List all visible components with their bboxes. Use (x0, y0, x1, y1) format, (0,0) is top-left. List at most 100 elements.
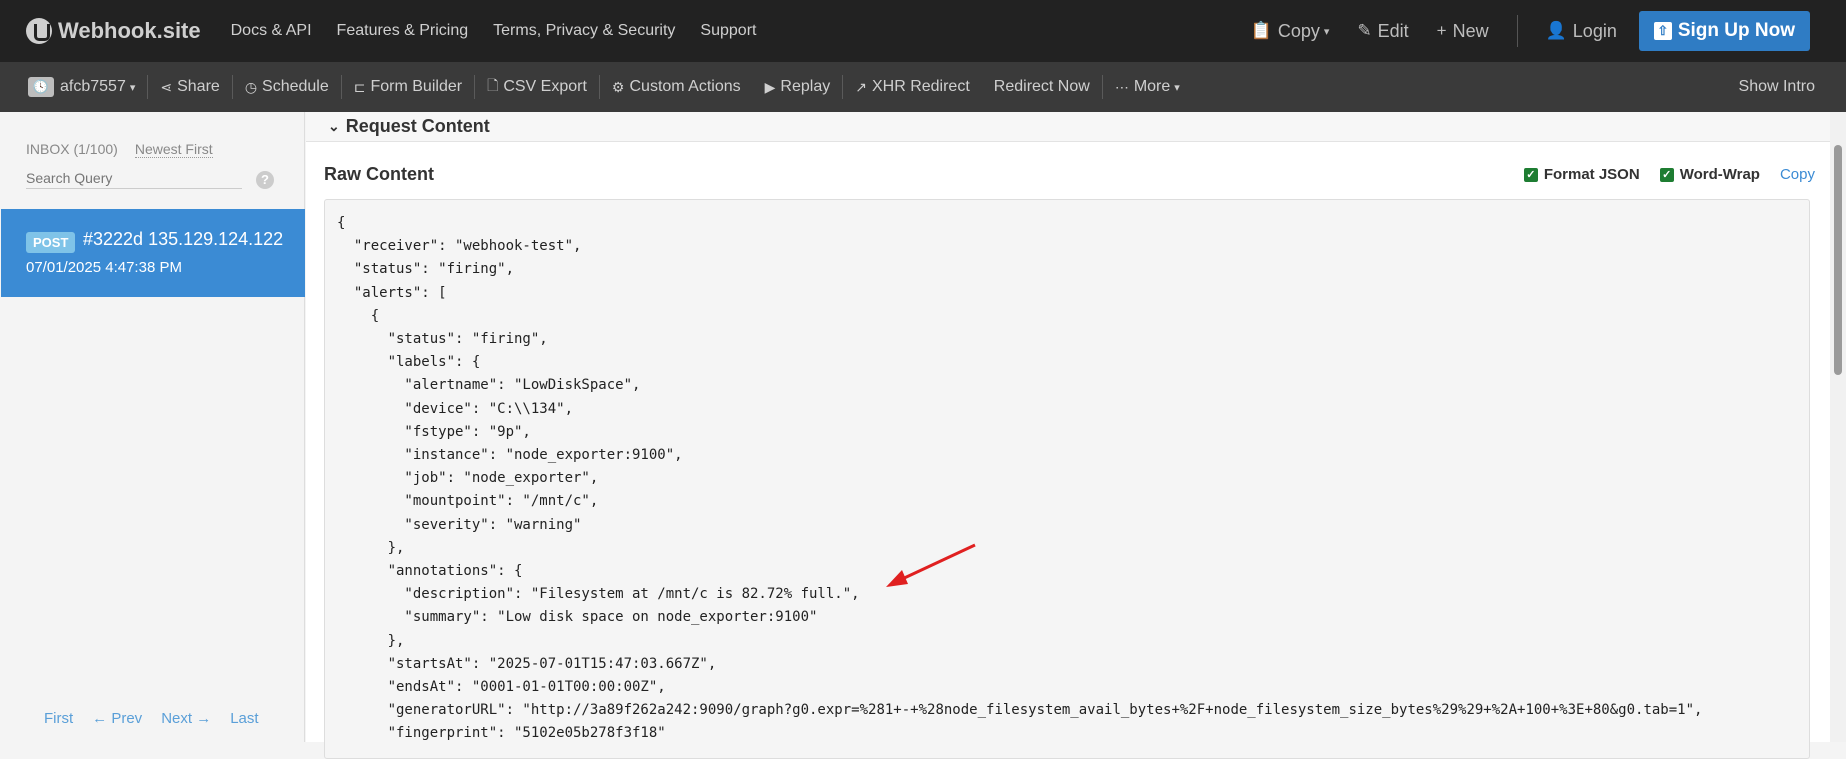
form-builder-label: Form Builder (370, 78, 463, 95)
file-icon: 🗋 (487, 77, 499, 93)
pager-first[interactable]: First (44, 710, 73, 727)
method-badge: POST (26, 232, 76, 253)
url-toolbar: 🕓 afcb7557 ▾ ⋖ Share ◷ Schedule ⊏ Form B… (0, 62, 1846, 112)
redirect-now-label: Redirect Now (993, 78, 1090, 95)
format-json-checkbox[interactable]: ✓ Format JSON (1523, 166, 1640, 183)
code-line: "endsAt": "0001-01-01T00:00:00Z", (337, 679, 666, 696)
copy-button[interactable]: 📋 Copy ▾ (1251, 21, 1330, 42)
divider (1516, 15, 1518, 47)
nav-docs-api[interactable]: Docs & API (231, 22, 312, 40)
upload-icon: ⇧ (1653, 22, 1672, 40)
edit-button[interactable]: ✎ Edit (1357, 21, 1408, 42)
request-list-item[interactable]: POST #3222d 135.129.124.122 07/01/2025 4… (1, 209, 305, 297)
plus-icon: + (1436, 21, 1447, 40)
format-json-label: Format JSON (1543, 166, 1640, 183)
pager-prev[interactable]: ← Prev (92, 710, 142, 727)
checkbox-checked-icon: ✓ (1659, 167, 1674, 182)
brand-logo[interactable]: Webhook.site (26, 18, 201, 44)
raw-content-title: Raw Content (324, 164, 434, 184)
custom-actions-button[interactable]: ⚙ Custom Actions (600, 62, 753, 112)
code-line: { (337, 307, 380, 324)
code-line: "generatorURL": "http://3a89f262a242:909… (337, 702, 1703, 719)
top-nav-links: Docs & API Features & Pricing Terms, Pri… (231, 22, 782, 40)
login-button[interactable]: 👤 Login (1546, 21, 1617, 42)
token-label: afcb7557 (60, 78, 126, 95)
ellipsis-icon: ⋯ (1114, 78, 1129, 95)
custom-actions-label: Custom Actions (629, 78, 741, 95)
inbox-header: INBOX (1/100) Newest First (26, 141, 213, 158)
raw-content-options: ✓ Format JSON ✓ Word-Wrap Copy (1504, 166, 1815, 183)
nav-support[interactable]: Support (700, 22, 756, 40)
login-label: Login (1572, 20, 1617, 41)
page-scrollbar[interactable] (1830, 112, 1846, 742)
code-line: }, (337, 539, 405, 556)
code-line: "instance": "node_exporter:9100", (337, 447, 683, 464)
code-line: "device": "C:\\134", (337, 400, 574, 417)
code-line: "summary": "Low disk space on node_expor… (337, 609, 818, 626)
code-line: "startsAt": "2025-07-01T15:47:03.667Z", (337, 655, 717, 672)
code-line: "receiver": "webhook-test", (337, 238, 582, 255)
share-button[interactable]: ⋖ Share (148, 62, 231, 112)
clock-icon: 🕓 (28, 77, 54, 97)
code-line: "status": "firing", (337, 331, 548, 348)
show-intro-link[interactable]: Show Intro (1739, 62, 1815, 112)
code-line: "labels": { (337, 354, 481, 371)
form-icon: ⊏ (353, 78, 366, 95)
code-line: }, (337, 632, 405, 649)
code-line: "alertname": "LowDiskSpace", (337, 377, 641, 394)
play-icon: ▶ (764, 78, 776, 95)
scrollbar-thumb[interactable] (1834, 145, 1842, 375)
gear-icon: ⚙ (611, 78, 625, 95)
sort-toggle[interactable]: Newest First (134, 141, 213, 158)
sign-up-label: Sign Up Now (1677, 20, 1795, 41)
word-wrap-checkbox[interactable]: ✓ Word-Wrap (1659, 166, 1760, 183)
code-line: "description": "Filesystem at /mnt/c is … (337, 586, 860, 603)
code-line: "fingerprint": "5102e05b278f3f18" (337, 725, 666, 742)
redirect-now-button[interactable]: Redirect Now (982, 62, 1102, 112)
code-line: "job": "node_exporter", (337, 470, 599, 487)
code-line: { (337, 215, 346, 231)
caret-down-icon: ▾ (1323, 25, 1330, 38)
sign-up-button[interactable]: ⇧ Sign Up Now (1638, 11, 1810, 51)
brand-name: Webhook.site (58, 18, 201, 43)
code-line: "severity": "warning" (337, 516, 582, 533)
request-content-header[interactable]: ⌄ Request Content (306, 112, 1830, 142)
top-actions: 📋 Copy ▾ ✎ Edit + New 👤 Login ⇧ Sign Up … (1223, 10, 1810, 52)
external-link-icon: ↗ (855, 78, 867, 95)
copy-raw-link[interactable]: Copy (1780, 166, 1815, 183)
code-line: "fstype": "9p", (337, 423, 531, 440)
raw-content-box[interactable]: { "receiver": "webhook-test", "status": … (324, 199, 1810, 759)
help-icon[interactable]: ? (256, 171, 274, 189)
new-button[interactable]: + New (1437, 21, 1489, 42)
word-wrap-label: Word-Wrap (1679, 166, 1760, 183)
section-title: Request Content (345, 116, 490, 136)
schedule-label: Schedule (262, 78, 329, 95)
edit-label: Edit (1377, 20, 1409, 41)
edit-icon: ✎ (1357, 21, 1372, 40)
top-navbar: Webhook.site Docs & API Features & Prici… (0, 0, 1846, 62)
code-line: "alerts": [ (337, 284, 447, 301)
user-icon: 👤 (1545, 21, 1567, 40)
xhr-redirect-button[interactable]: ↗ XHR Redirect (843, 62, 982, 112)
pager-last[interactable]: Last (230, 710, 258, 727)
request-sidebar: INBOX (1/100) Newest First ? POST #3222d… (0, 112, 305, 742)
pager-next[interactable]: Next → (161, 710, 211, 727)
caret-down-icon: ▾ (129, 81, 136, 94)
search-input[interactable] (26, 168, 242, 189)
webhook-logo-icon (26, 18, 52, 44)
replay-button[interactable]: ▶ Replay (753, 62, 843, 112)
clock-icon: ◷ (244, 78, 258, 95)
json-code: { "receiver": "webhook-test", "status": … (337, 212, 1702, 746)
share-label: Share (177, 78, 220, 95)
nav-features-pricing[interactable]: Features & Pricing (337, 22, 469, 40)
more-dropdown[interactable]: ⋯ More ▾ (1103, 62, 1192, 112)
form-builder-button[interactable]: ⊏ Form Builder (342, 62, 474, 112)
checkbox-checked-icon: ✓ (1523, 167, 1538, 182)
csv-export-button[interactable]: 🗋 CSV Export (475, 62, 599, 112)
nav-terms[interactable]: Terms, Privacy & Security (493, 22, 675, 40)
token-dropdown[interactable]: 🕓 afcb7557 ▾ (0, 62, 147, 112)
copy-label: Copy (1277, 20, 1320, 41)
schedule-button[interactable]: ◷ Schedule (233, 62, 341, 112)
share-icon: ⋖ (160, 78, 173, 95)
csv-export-label: CSV Export (503, 78, 587, 95)
